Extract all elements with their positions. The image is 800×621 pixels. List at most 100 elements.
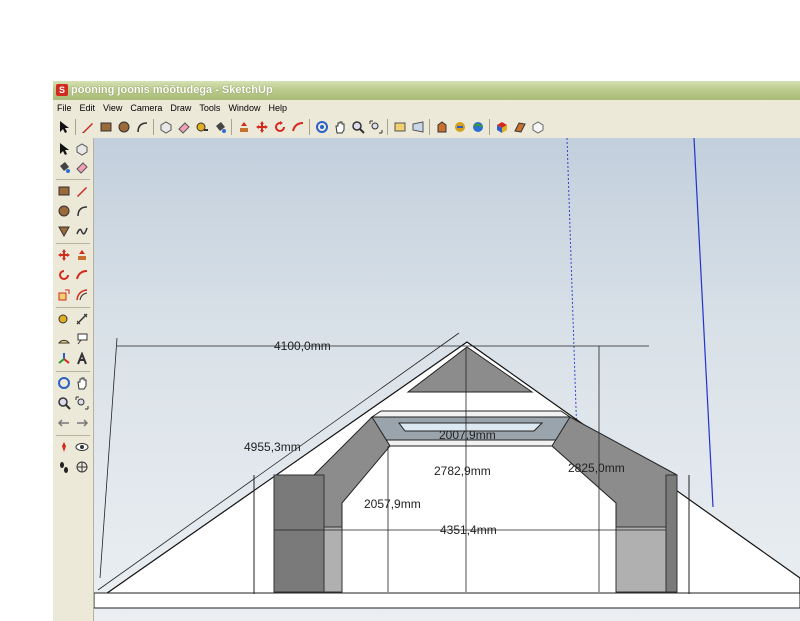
window-title: pööning joonis mõõtudega - SketchUp [71, 84, 273, 96]
protractor-icon[interactable] [56, 331, 72, 347]
toolbar-separator [75, 119, 76, 135]
scale-tool-icon[interactable] [56, 287, 72, 303]
right-wall-lower [615, 526, 667, 593]
title-bar: S pööning joonis mõõtudega - SketchUp [53, 81, 800, 100]
palette-separator [56, 179, 90, 180]
next-view-icon[interactable] [410, 119, 426, 135]
dimension-window: 2007,9mm [439, 428, 496, 442]
palette-separator [56, 307, 90, 308]
palette-separator [56, 435, 90, 436]
beam-upper [370, 410, 572, 418]
circle-tool-icon[interactable] [56, 203, 72, 219]
circle-tool-icon[interactable] [116, 119, 132, 135]
share-model-icon[interactable] [452, 119, 468, 135]
dim-window-width: 2007,9mm [439, 428, 496, 442]
menu-help[interactable]: Help [264, 100, 291, 116]
section-plane-icon[interactable] [74, 459, 90, 475]
menu-camera[interactable]: Camera [126, 100, 166, 116]
sketchup-window: S pööning joonis mõõtudega - SketchUp Fi… [53, 81, 800, 621]
toolbar-separator [309, 119, 310, 135]
pan-tool-icon[interactable] [332, 119, 348, 135]
dim-inner-wall-height: 2057,9mm [364, 497, 421, 511]
rotate-tool-icon[interactable] [272, 119, 288, 135]
follow-me-icon[interactable] [74, 267, 90, 283]
zoom-window-icon[interactable] [74, 395, 90, 411]
axes-tool-icon[interactable] [56, 351, 72, 367]
menu-tools[interactable]: Tools [195, 100, 224, 116]
sketchup-logo-icon: S [56, 84, 68, 96]
zoom-tool-icon[interactable] [56, 395, 72, 411]
polygon-tool-icon[interactable] [56, 223, 72, 239]
pencil-tool-icon[interactable] [80, 119, 96, 135]
make-component-icon[interactable] [74, 141, 90, 157]
position-camera-icon[interactable] [56, 439, 72, 455]
arc-tool-icon[interactable] [74, 203, 90, 219]
walk-tool-icon[interactable] [56, 459, 72, 475]
attic-drawing: 4100,0mm 4955,3mm 2782,9mm 2825,0mm 2057… [94, 138, 800, 609]
paint-bucket-icon[interactable] [56, 159, 72, 175]
arc-tool-icon[interactable] [134, 119, 150, 135]
look-around-icon[interactable] [74, 439, 90, 455]
modeling-viewport[interactable]: 4100,0mm 4955,3mm 2782,9mm 2825,0mm 2057… [94, 138, 800, 621]
toolbar-separator [387, 119, 388, 135]
next-view-icon[interactable] [74, 415, 90, 431]
menu-bar: File Edit View Camera Draw Tools Window Help [53, 100, 800, 116]
dimension-tool-icon[interactable] [74, 311, 90, 327]
menu-window[interactable]: Window [224, 100, 264, 116]
materials-icon[interactable] [512, 119, 528, 135]
follow-me-icon[interactable] [290, 119, 306, 135]
move-tool-icon[interactable] [254, 119, 270, 135]
pan-tool-icon[interactable] [74, 375, 90, 391]
move-tool-icon[interactable] [56, 247, 72, 263]
dim-ridge-height: 2782,9mm [434, 464, 491, 478]
push-pull-icon[interactable] [74, 247, 90, 263]
pencil-tool-icon[interactable] [74, 183, 90, 199]
3d-text-icon[interactable] [74, 351, 90, 367]
blue-axis [693, 138, 714, 508]
styles-icon[interactable] [530, 119, 546, 135]
components-icon[interactable] [494, 119, 510, 135]
dim-top-width: 4100,0mm [274, 339, 331, 353]
rectangle-tool-icon[interactable] [56, 183, 72, 199]
dim-right-height: 2825,0mm [568, 461, 625, 475]
select-tool-icon[interactable] [56, 119, 72, 135]
google-earth-icon[interactable] [470, 119, 486, 135]
toolbar-separator [153, 119, 154, 135]
toolbar-separator [489, 119, 490, 135]
menu-draw[interactable]: Draw [166, 100, 195, 116]
zoom-extents-icon[interactable] [368, 119, 384, 135]
previous-view-icon[interactable] [56, 415, 72, 431]
blue-axis-dashed [566, 138, 578, 439]
eraser-tool-icon[interactable] [74, 159, 90, 175]
toolbar-separator [231, 119, 232, 135]
freehand-tool-icon[interactable] [74, 223, 90, 239]
select-tool-icon[interactable] [56, 141, 72, 157]
paint-bucket-icon[interactable] [212, 119, 228, 135]
orbit-tool-icon[interactable] [56, 375, 72, 391]
eraser-tool-icon[interactable] [176, 119, 192, 135]
dim-slope-length: 4955,3mm [244, 440, 301, 454]
previous-view-icon[interactable] [392, 119, 408, 135]
floor-slab [94, 592, 800, 609]
orbit-tool-icon[interactable] [314, 119, 330, 135]
menu-file[interactable]: File [53, 100, 76, 116]
tape-measure-icon[interactable] [194, 119, 210, 135]
zoom-tool-icon[interactable] [350, 119, 366, 135]
get-models-icon[interactable] [434, 119, 450, 135]
tool-palette [53, 138, 94, 621]
tape-measure-icon[interactable] [56, 311, 72, 327]
menu-edit[interactable]: Edit [76, 100, 100, 116]
offset-tool-icon[interactable] [74, 287, 90, 303]
rotate-tool-icon[interactable] [56, 267, 72, 283]
palette-separator [56, 371, 90, 372]
left-wall-side [273, 474, 325, 593]
make-component-icon[interactable] [158, 119, 174, 135]
palette-separator [56, 243, 90, 244]
menu-view[interactable]: View [99, 100, 126, 116]
toolbar-separator [429, 119, 430, 135]
push-pull-icon[interactable] [236, 119, 252, 135]
dim-inner-width: 4351,4mm [440, 523, 497, 537]
rectangle-tool-icon[interactable] [98, 119, 114, 135]
text-tool-icon[interactable] [74, 331, 90, 347]
main-toolbar [53, 116, 800, 139]
